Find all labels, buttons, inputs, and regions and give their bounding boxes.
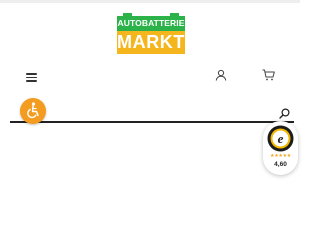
rating-value: 4,60 <box>274 161 287 168</box>
menu-line <box>26 80 37 82</box>
shopping-cart-icon[interactable] <box>262 68 275 81</box>
wheelchair-icon <box>27 102 39 119</box>
svg-text:e: e <box>278 131 284 146</box>
trusted-shops-badge[interactable]: e ★★★★★ 4,60 <box>263 121 298 175</box>
search-input[interactable] <box>10 103 282 119</box>
search-bar <box>10 103 294 123</box>
rating-stars: ★★★★★ <box>270 153 291 159</box>
site-logo[interactable]: AUTOBATTERIE MARKT <box>117 13 185 54</box>
hamburger-menu-icon[interactable] <box>26 72 37 82</box>
logo-bottom-text: MARKT <box>117 31 185 54</box>
user-icon[interactable] <box>215 68 227 81</box>
top-border <box>0 0 300 3</box>
logo-top-text: AUTOBATTERIE <box>117 13 185 31</box>
menu-line <box>26 73 37 75</box>
menu-line <box>26 76 37 79</box>
search-icon[interactable] <box>279 106 290 119</box>
search-underline <box>10 121 294 123</box>
accessibility-button[interactable] <box>20 98 46 124</box>
trusted-shops-e-icon: e <box>267 125 294 152</box>
